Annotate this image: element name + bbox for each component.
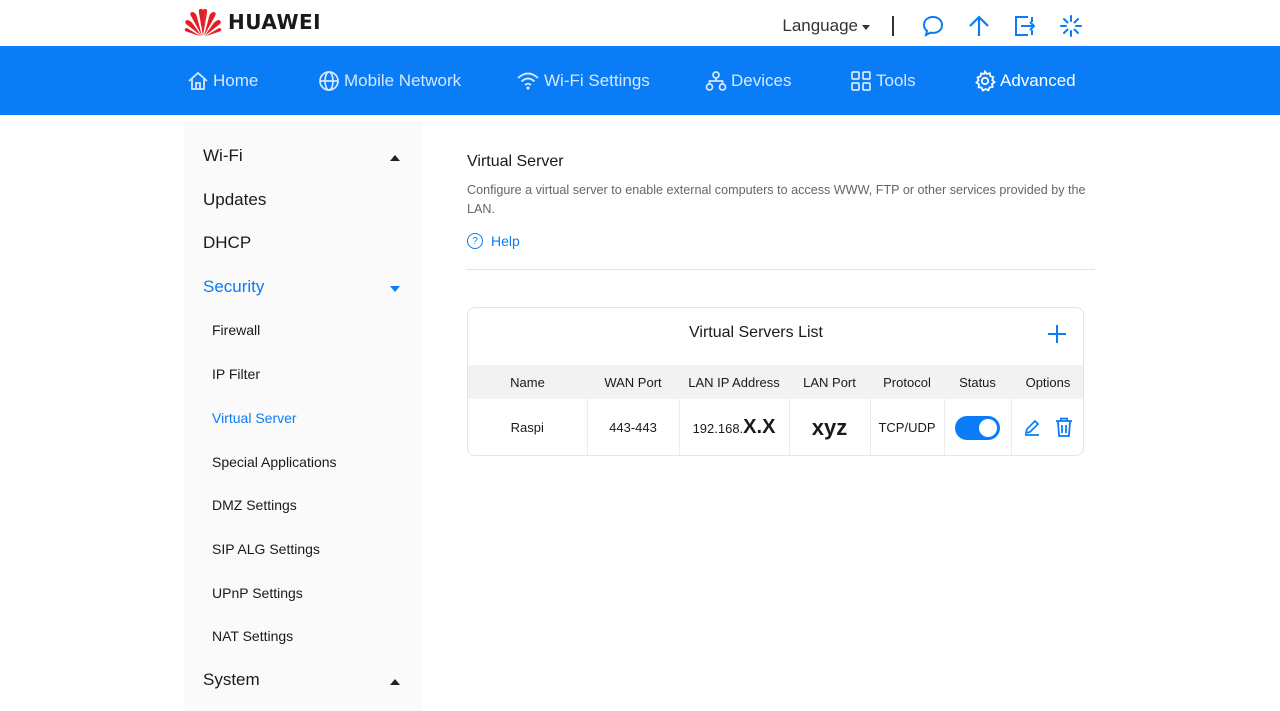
- lan-ip-redacted: X.X: [743, 416, 776, 438]
- loading-icon[interactable]: [1058, 13, 1084, 39]
- help-label: Help: [491, 233, 520, 249]
- nav-devices[interactable]: Devices: [705, 46, 791, 115]
- column-header: Name: [468, 365, 587, 399]
- sidebar-item-dhcp[interactable]: DHCP: [203, 233, 251, 253]
- delete-icon[interactable]: [1055, 417, 1073, 437]
- nav-wifi-settings[interactable]: Wi-Fi Settings: [516, 46, 650, 115]
- brand-name: HUAWEI: [228, 10, 322, 34]
- huawei-logo[interactable]: HUAWEI: [184, 7, 321, 37]
- cell-lan-port: xyz: [789, 399, 871, 455]
- cell-protocol: TCP/UDP: [870, 399, 945, 455]
- nav-tools[interactable]: Tools: [850, 46, 916, 115]
- sidebar-subitem-ip-filter[interactable]: IP Filter: [212, 366, 260, 382]
- nav-label: Advanced: [1000, 70, 1076, 90]
- table-header-row: Name WAN Port LAN IP Address LAN Port Pr…: [468, 365, 1083, 399]
- virtual-servers-card: Virtual Servers List Name WAN Port LAN I…: [467, 307, 1084, 456]
- status-toggle[interactable]: [955, 415, 1000, 440]
- sidebar-subitem-dmz-settings[interactable]: DMZ Settings: [212, 497, 297, 513]
- divider: [892, 16, 894, 36]
- home-icon: [187, 70, 209, 92]
- page-title: Virtual Server: [467, 153, 564, 170]
- add-button[interactable]: [1045, 322, 1069, 346]
- sidebar-subitem-upnp-settings[interactable]: UPnP Settings: [212, 585, 303, 601]
- nav-home[interactable]: Home: [187, 46, 258, 115]
- sidebar-subitem-sip-alg-settings[interactable]: SIP ALG Settings: [212, 541, 320, 557]
- virtual-servers-table: Name WAN Port LAN IP Address LAN Port Pr…: [468, 365, 1083, 455]
- lan-port-redacted: xyz: [811, 414, 848, 440]
- cell-wan-port: 443-443: [587, 399, 680, 455]
- column-header: LAN IP Address: [679, 365, 789, 399]
- collapse-arrow-icon[interactable]: [390, 155, 400, 161]
- devices-icon: [705, 70, 727, 92]
- tools-icon: [850, 70, 872, 92]
- cell-lan-ip: 192.168.X.X: [679, 399, 790, 455]
- column-header: WAN Port: [587, 365, 679, 399]
- column-header: LAN Port: [789, 365, 870, 399]
- main-nav: Home Mobile Network Wi-Fi Settings Devic…: [0, 46, 1280, 115]
- sidebar-item-wifi[interactable]: Wi-Fi: [203, 146, 243, 166]
- nav-label: Tools: [876, 70, 916, 90]
- page-description: Configure a virtual server to enable ext…: [467, 183, 1086, 216]
- sidebar-subitem-virtual-server[interactable]: Virtual Server: [212, 410, 297, 426]
- list-title: Virtual Servers List: [689, 324, 823, 341]
- huawei-flower-icon: [184, 8, 222, 37]
- language-label: Language: [782, 16, 858, 35]
- expand-arrow-icon[interactable]: [390, 286, 400, 292]
- cell-name: Raspi: [468, 399, 588, 455]
- upload-arrow-icon[interactable]: [966, 13, 992, 39]
- column-header: Options: [1011, 365, 1083, 399]
- sidebar-subitem-special-applications[interactable]: Special Applications: [212, 454, 337, 470]
- caret-down-icon: [862, 24, 870, 30]
- gear-icon: [974, 69, 996, 92]
- nav-mobile-network[interactable]: Mobile Network: [318, 46, 461, 115]
- top-right-toolbar: Language: [782, 12, 1084, 40]
- edit-icon[interactable]: [1023, 418, 1041, 436]
- nav-advanced[interactable]: Advanced: [974, 46, 1076, 115]
- sidebar-item-updates[interactable]: Updates: [203, 190, 266, 210]
- collapse-arrow-icon[interactable]: [390, 679, 400, 685]
- brand-header: HUAWEI Language: [0, 0, 1280, 46]
- sidebar-subitem-nat-settings[interactable]: NAT Settings: [212, 628, 293, 644]
- nav-label: Home: [213, 70, 259, 90]
- cell-options: [1011, 399, 1083, 455]
- help-icon: ?: [467, 233, 483, 249]
- wifi-icon: [516, 70, 540, 92]
- column-header: Protocol: [870, 365, 944, 399]
- chat-icon[interactable]: [920, 13, 946, 39]
- divider: [466, 269, 1095, 270]
- plus-icon: [1048, 325, 1066, 343]
- table-row: Raspi 443-443 192.168.X.X xyz TCP/UDP: [468, 399, 1083, 455]
- logout-icon[interactable]: [1012, 13, 1038, 39]
- nav-label: Mobile Network: [344, 70, 462, 90]
- language-dropdown[interactable]: Language: [782, 16, 870, 36]
- sidebar-item-system[interactable]: System: [203, 670, 260, 690]
- help-link[interactable]: ? Help: [466, 233, 520, 249]
- nav-label: Wi-Fi Settings: [544, 70, 650, 90]
- sidebar-item-security[interactable]: Security: [203, 277, 264, 297]
- toggle-knob: [979, 418, 997, 437]
- nav-label: Devices: [731, 70, 792, 90]
- sidebar: Wi-Fi Updates DHCP Security Firewall IP …: [184, 122, 422, 711]
- globe-icon: [318, 70, 340, 92]
- cell-status: [944, 399, 1012, 455]
- column-header: Status: [944, 365, 1011, 399]
- lan-ip-prefix: 192.168.: [692, 421, 744, 436]
- sidebar-subitem-firewall[interactable]: Firewall: [212, 322, 260, 338]
